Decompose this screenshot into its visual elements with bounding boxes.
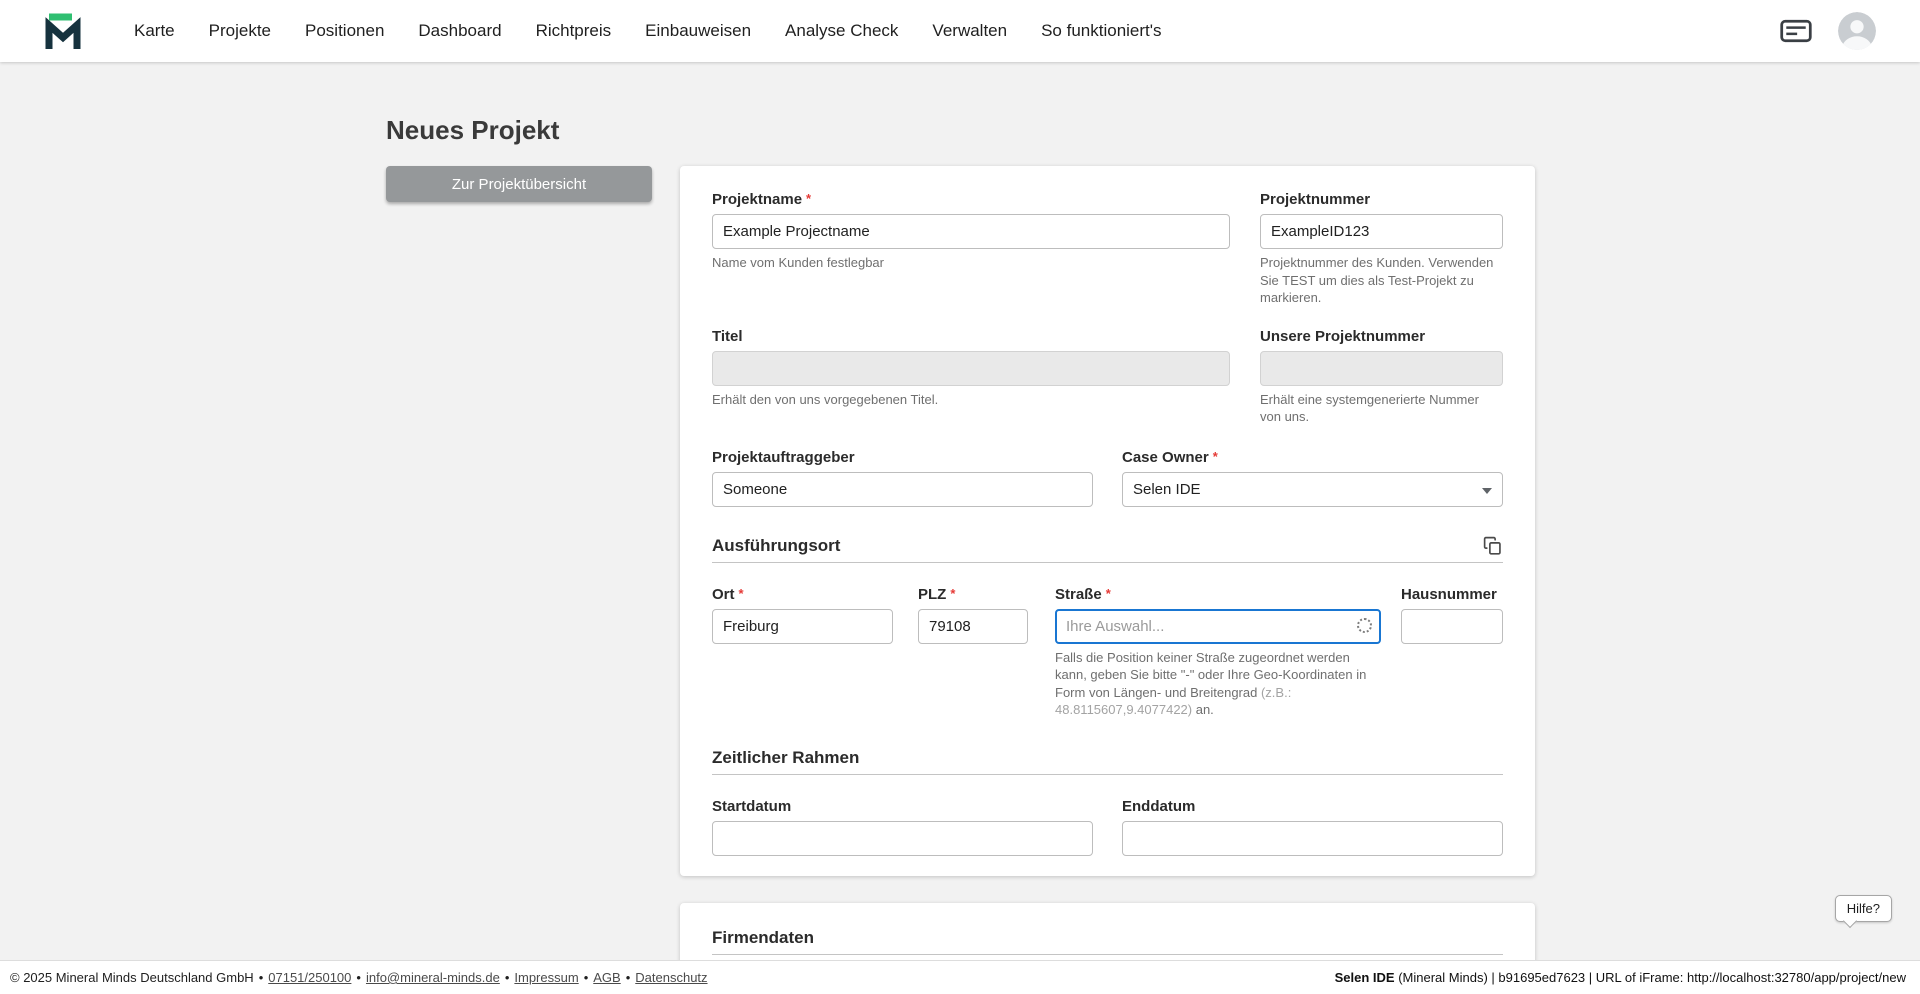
startdatum-input[interactable] bbox=[712, 821, 1093, 856]
nav-item-verwalten[interactable]: Verwalten bbox=[932, 21, 1007, 41]
projektnummer-input[interactable] bbox=[1260, 214, 1503, 249]
strasse-label: Straße bbox=[1055, 585, 1102, 604]
footer-link-agb[interactable]: AGB bbox=[593, 970, 620, 985]
account-icon bbox=[1838, 12, 1876, 50]
copy-icon[interactable] bbox=[1482, 535, 1503, 556]
titel-helper: Erhält den von uns vorgegebenen Titel. bbox=[712, 391, 1230, 409]
enddatum-label: Enddatum bbox=[1122, 797, 1195, 816]
projektname-label: Projektname bbox=[712, 190, 802, 209]
main-content: Neues Projekt Zur Projektübersicht Proje… bbox=[0, 62, 1920, 960]
plz-field: PLZ * bbox=[918, 585, 1028, 719]
separator: • bbox=[356, 970, 361, 985]
nav-item-karte[interactable]: Karte bbox=[134, 21, 175, 41]
projektname-input[interactable] bbox=[712, 214, 1230, 249]
required-asterisk: * bbox=[739, 584, 744, 603]
nav-item-einbauweisen[interactable]: Einbauweisen bbox=[645, 21, 751, 41]
projektnummer-label: Projektnummer bbox=[1260, 190, 1370, 209]
brand-logo[interactable] bbox=[44, 9, 88, 53]
strasse-helper-main: Falls die Position keiner Straße zugeord… bbox=[1055, 650, 1366, 700]
footer: © 2025 Mineral Minds Deutschland GmbH • … bbox=[0, 960, 1920, 994]
session-details: (Mineral Minds) | b91695ed7623 | URL of … bbox=[1395, 970, 1906, 985]
firmendaten-heading: Firmendaten bbox=[712, 927, 814, 948]
nav-item-dashboard[interactable]: Dashboard bbox=[418, 21, 501, 41]
footer-link-impressum[interactable]: Impressum bbox=[514, 970, 578, 985]
footer-link-datenschutz[interactable]: Datenschutz bbox=[635, 970, 707, 985]
session-user: Selen IDE bbox=[1335, 970, 1395, 985]
case-owner-field: Case Owner * Selen IDE bbox=[1122, 448, 1503, 507]
page-title: Neues Projekt bbox=[386, 114, 1920, 146]
footer-link-email[interactable]: info@mineral-minds.de bbox=[366, 970, 500, 985]
unsere-projektnummer-helper: Erhält eine systemgenerierte Nummer von … bbox=[1260, 391, 1503, 426]
ort-label: Ort bbox=[712, 585, 735, 604]
nav-item-so-funktionierts[interactable]: So funktioniert's bbox=[1041, 21, 1161, 41]
required-asterisk: * bbox=[1106, 584, 1111, 603]
strasse-helper-tail: an. bbox=[1192, 702, 1214, 717]
footer-link-phone[interactable]: 07151/250100 bbox=[268, 970, 351, 985]
help-button[interactable]: Hilfe? bbox=[1835, 895, 1892, 922]
hausnummer-label: Hausnummer bbox=[1401, 585, 1497, 604]
unsere-projektnummer-field: Unsere Projektnummer Erhält eine systemg… bbox=[1260, 327, 1503, 426]
enddatum-field: Enddatum bbox=[1122, 797, 1503, 856]
unsere-projektnummer-label: Unsere Projektnummer bbox=[1260, 327, 1425, 346]
footer-left: © 2025 Mineral Minds Deutschland GmbH • … bbox=[10, 970, 708, 985]
chevron-down-icon bbox=[1482, 488, 1492, 494]
hausnummer-field: Hausnummer bbox=[1401, 585, 1503, 719]
case-owner-selected-value: Selen IDE bbox=[1133, 481, 1201, 498]
mineral-minds-logo-icon bbox=[44, 9, 88, 53]
required-asterisk: * bbox=[1213, 447, 1218, 466]
server-icon[interactable] bbox=[1780, 19, 1812, 43]
ort-field: Ort * bbox=[712, 585, 893, 719]
nav-right bbox=[1780, 12, 1876, 50]
separator: • bbox=[505, 970, 510, 985]
form-cards: Projektname * Name vom Kunden festlegbar… bbox=[680, 166, 1535, 960]
nav-item-analyse-check[interactable]: Analyse Check bbox=[785, 21, 898, 41]
case-owner-label: Case Owner bbox=[1122, 448, 1209, 467]
separator: • bbox=[259, 970, 264, 985]
ausfuehrungsort-heading: Ausführungsort bbox=[712, 535, 840, 556]
projektname-field: Projektname * Name vom Kunden festlegbar bbox=[712, 190, 1230, 307]
nav-item-projekte[interactable]: Projekte bbox=[209, 21, 271, 41]
top-nav: Karte Projekte Positionen Dashboard Rich… bbox=[0, 0, 1920, 62]
user-avatar[interactable] bbox=[1838, 12, 1876, 50]
projektnummer-field: Projektnummer Projektnummer des Kunden. … bbox=[1260, 190, 1503, 307]
main-nav: Karte Projekte Positionen Dashboard Rich… bbox=[134, 21, 1162, 41]
nav-item-positionen[interactable]: Positionen bbox=[305, 21, 384, 41]
enddatum-input[interactable] bbox=[1122, 821, 1503, 856]
projektauftraggeber-input[interactable] bbox=[712, 472, 1093, 507]
titel-field: Titel Erhält den von uns vorgegebenen Ti… bbox=[712, 327, 1230, 426]
titel-input bbox=[712, 351, 1230, 386]
firmendaten-card: Firmendaten bbox=[680, 903, 1535, 960]
ort-input[interactable] bbox=[712, 609, 893, 644]
unsere-projektnummer-input bbox=[1260, 351, 1503, 386]
section-zeitlicher-rahmen: Zeitlicher Rahmen Startdatum bbox=[712, 747, 1503, 856]
projektauftraggeber-field: Projektauftraggeber bbox=[712, 448, 1093, 507]
strasse-helper: Falls die Position keiner Straße zugeord… bbox=[1055, 649, 1381, 719]
copyright-text: © 2025 Mineral Minds Deutschland GmbH bbox=[10, 970, 254, 985]
projektname-helper: Name vom Kunden festlegbar bbox=[712, 254, 1230, 272]
titel-label: Titel bbox=[712, 327, 743, 346]
separator: • bbox=[584, 970, 589, 985]
strasse-input[interactable] bbox=[1055, 609, 1381, 644]
required-asterisk: * bbox=[806, 189, 811, 208]
hausnummer-input[interactable] bbox=[1401, 609, 1503, 644]
session-info: Selen IDE (Mineral Minds) | b91695ed7623… bbox=[1335, 970, 1906, 985]
startdatum-field: Startdatum bbox=[712, 797, 1093, 856]
case-owner-select[interactable]: Selen IDE bbox=[1122, 472, 1503, 507]
projektauftraggeber-label: Projektauftraggeber bbox=[712, 448, 855, 467]
section-ausfuehrungsort: Ausführungsort Ort bbox=[712, 535, 1503, 719]
required-asterisk: * bbox=[950, 584, 955, 603]
back-to-project-overview-button[interactable]: Zur Projektübersicht bbox=[386, 166, 652, 202]
nav-item-richtpreis[interactable]: Richtpreis bbox=[536, 21, 612, 41]
plz-input[interactable] bbox=[918, 609, 1028, 644]
strasse-field: Straße * Falls die Position keiner Straß… bbox=[1055, 585, 1381, 719]
project-form-card: Projektname * Name vom Kunden festlegbar… bbox=[680, 166, 1535, 876]
projektnummer-helper: Projektnummer des Kunden. Verwenden Sie … bbox=[1260, 254, 1503, 307]
zeitlicher-rahmen-heading: Zeitlicher Rahmen bbox=[712, 747, 859, 768]
startdatum-label: Startdatum bbox=[712, 797, 791, 816]
plz-label: PLZ bbox=[918, 585, 946, 604]
separator: • bbox=[626, 970, 631, 985]
